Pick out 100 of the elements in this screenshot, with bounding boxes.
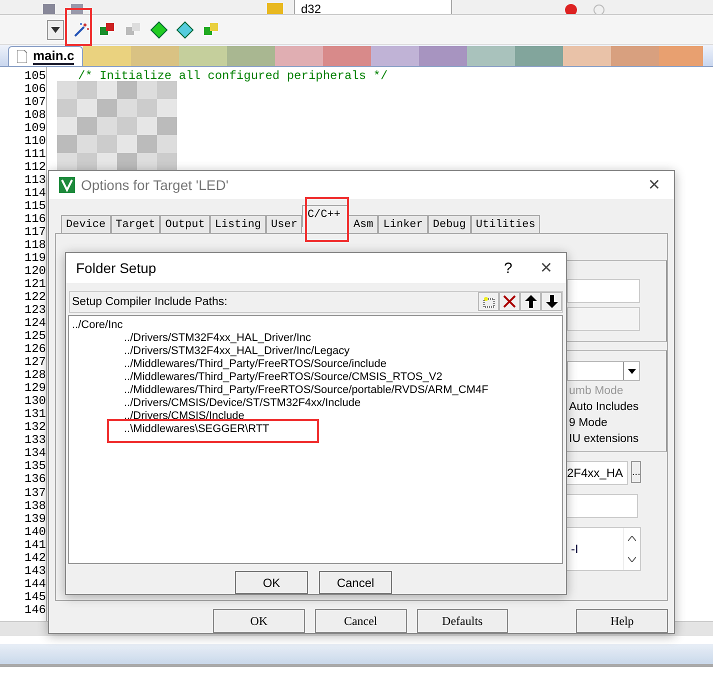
line-number: 112 bbox=[24, 161, 46, 174]
text-field[interactable] bbox=[567, 307, 640, 331]
caret-icon bbox=[51, 26, 60, 32]
delete-icon bbox=[503, 295, 516, 308]
include-paths-field[interactable]: 2F4xx_HA bbox=[566, 461, 628, 485]
line-number: 108 bbox=[24, 109, 46, 122]
line-number: 141 bbox=[24, 538, 46, 552]
line-number: 146 bbox=[24, 604, 46, 617]
down-arrow-icon bbox=[546, 295, 558, 308]
line-number: 135 bbox=[24, 460, 46, 474]
option-label: umb Mode bbox=[568, 385, 624, 397]
new-folder-button[interactable] bbox=[478, 292, 499, 312]
move-down-button[interactable] bbox=[541, 292, 562, 312]
dialog-title: Folder Setup bbox=[76, 260, 158, 276]
dialog-button[interactable]: OK bbox=[213, 609, 305, 633]
option-label: 9 Mode bbox=[568, 417, 608, 429]
include-path[interactable]: ../Core/Inc bbox=[72, 318, 559, 332]
dialog-button[interactable]: OK bbox=[235, 571, 308, 594]
line-number: 109 bbox=[24, 122, 46, 136]
line-number: 114 bbox=[24, 187, 46, 200]
include-path[interactable]: ..\Middlewares\SEGGER\RTT bbox=[72, 422, 559, 436]
dialog-button[interactable]: Defaults bbox=[416, 609, 508, 633]
wand-icon[interactable] bbox=[72, 20, 90, 38]
line-number: 143 bbox=[24, 564, 46, 578]
line-number: 144 bbox=[24, 578, 46, 591]
dialog-title: Options for Target 'LED' bbox=[81, 177, 230, 193]
scroll-down-icon[interactable] bbox=[628, 557, 636, 562]
options-tab[interactable]: Debug bbox=[428, 215, 471, 233]
code-comment: /* Initialize all configured peripherals */ bbox=[78, 70, 389, 83]
line-number: 145 bbox=[24, 590, 46, 604]
browse-button[interactable]: ... bbox=[631, 461, 642, 483]
option-label: IU extensions bbox=[568, 433, 640, 445]
line-number: 107 bbox=[24, 96, 46, 110]
caret-icon bbox=[628, 368, 636, 374]
line-number: 132 bbox=[24, 421, 46, 434]
line-number: 131 bbox=[24, 408, 46, 422]
line-number: 121 bbox=[24, 278, 46, 292]
line-number: 128 bbox=[24, 369, 46, 382]
app-icon bbox=[59, 177, 75, 193]
line-number: 129 bbox=[24, 382, 46, 396]
highlight-frame bbox=[65, 8, 92, 46]
file-tab[interactable]: main.c bbox=[8, 46, 84, 66]
target-combo[interactable]: d32 bbox=[294, 0, 452, 14]
include-path[interactable]: ../Middlewares/Third_Party/FreeRTOS/Source/portable/RVDS/ARM_CM4F bbox=[72, 384, 559, 397]
line-number: 125 bbox=[24, 330, 46, 344]
include-path[interactable]: ../Middlewares/Third_Party/FreeRTOS/Source/include bbox=[72, 358, 559, 371]
line-number: 105 bbox=[24, 70, 46, 84]
line-number: 126 bbox=[24, 343, 46, 356]
options-tab[interactable]: Device bbox=[61, 215, 111, 233]
include-path[interactable]: ../Drivers/STM32F4xx_HAL_Driver/Inc bbox=[72, 332, 559, 345]
line-number: 124 bbox=[24, 317, 46, 330]
highlight-frame bbox=[305, 197, 349, 242]
include-path[interactable]: ../Drivers/STM32F4xx_HAL_Driver/Inc/Legacy bbox=[72, 344, 559, 358]
options-tab[interactable]: Output bbox=[160, 215, 210, 233]
options-tab[interactable]: Utilities bbox=[470, 215, 540, 233]
line-number: 123 bbox=[24, 304, 46, 318]
line-number: 133 bbox=[24, 434, 46, 448]
options-tab[interactable]: Asm bbox=[348, 215, 378, 233]
help-button[interactable]: ? bbox=[486, 260, 530, 276]
file-icon bbox=[17, 50, 27, 63]
list-label: Setup Compiler Include Paths: bbox=[72, 296, 228, 308]
line-number: 111 bbox=[24, 148, 46, 162]
dialog-button[interactable]: Cancel bbox=[314, 609, 406, 633]
option-label: Auto Includes bbox=[568, 401, 640, 413]
new-folder-icon bbox=[482, 296, 494, 308]
move-up-button[interactable] bbox=[520, 292, 541, 312]
diamond-icon[interactable] bbox=[150, 20, 168, 38]
line-number: 115 bbox=[24, 200, 46, 214]
line-number: 130 bbox=[24, 395, 46, 408]
line-number: 137 bbox=[24, 486, 46, 500]
line-number: 113 bbox=[24, 174, 46, 188]
up-arrow-icon bbox=[524, 295, 536, 308]
options-tab[interactable]: Listing bbox=[210, 215, 266, 233]
include-path[interactable]: ../Middlewares/Third_Party/FreeRTOS/Source/CMSIS_RTOS_V2 bbox=[72, 370, 559, 384]
close-button[interactable]: × bbox=[536, 258, 556, 278]
misc-controls-field[interactable]: -I bbox=[566, 527, 641, 571]
options-tab[interactable]: Target bbox=[110, 215, 160, 233]
line-number: 139 bbox=[24, 512, 46, 526]
line-number: 120 bbox=[24, 265, 46, 278]
line-number: 117 bbox=[24, 226, 46, 240]
select-field[interactable] bbox=[567, 361, 640, 381]
text-field[interactable] bbox=[567, 279, 640, 303]
options-tab[interactable]: C/C++ bbox=[302, 205, 348, 227]
scroll-up-icon[interactable] bbox=[628, 536, 636, 541]
line-number: 127 bbox=[24, 356, 46, 370]
dialog-button[interactable]: Help bbox=[576, 609, 668, 633]
close-button[interactable]: × bbox=[644, 175, 664, 195]
delete-button[interactable] bbox=[499, 292, 520, 312]
line-number: 136 bbox=[24, 473, 46, 486]
options-tab[interactable]: Linker bbox=[378, 215, 428, 233]
line-number: 106 bbox=[24, 83, 46, 96]
options-tab[interactable]: User bbox=[266, 215, 302, 233]
line-number: 118 bbox=[24, 239, 46, 252]
dialog-button[interactable]: Cancel bbox=[319, 571, 392, 594]
text-field[interactable] bbox=[566, 494, 638, 518]
line-number: 140 bbox=[24, 526, 46, 539]
include-path[interactable]: ../Drivers/CMSIS/Include bbox=[72, 410, 559, 423]
line-number: 110 bbox=[24, 135, 46, 148]
include-path[interactable]: ../Drivers/CMSIS/Device/ST/STM32F4xx/Include bbox=[72, 396, 559, 410]
dropdown-button[interactable] bbox=[47, 20, 64, 40]
